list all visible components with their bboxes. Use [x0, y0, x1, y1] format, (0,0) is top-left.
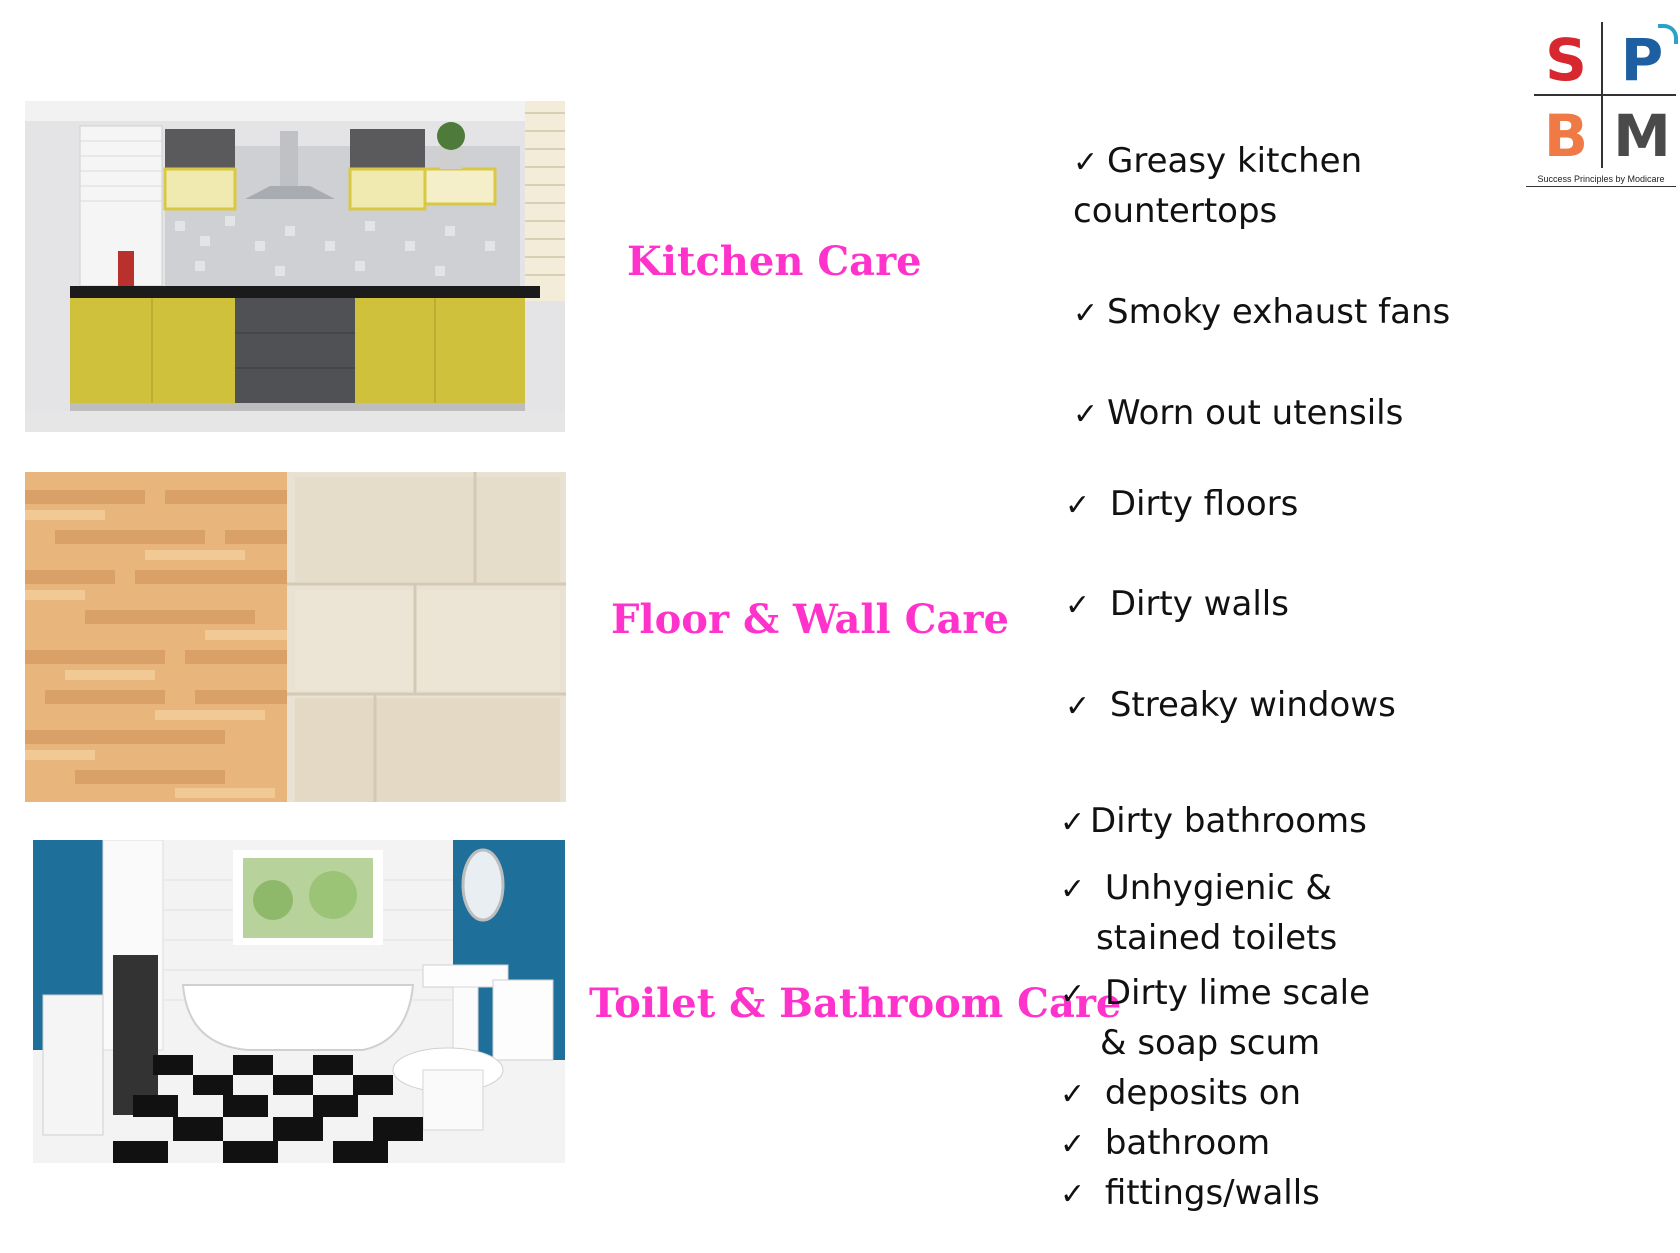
checklist-item: ✓ Dirty lime scale — [1060, 968, 1370, 1020]
check-icon: ✓ — [1073, 397, 1099, 432]
bathroom-photo — [33, 840, 565, 1163]
check-icon: ✓ — [1060, 805, 1086, 840]
checklist-item: ✓ Unhygienic & — [1060, 863, 1332, 915]
checklist-item: ✓ Streaky windows — [1065, 680, 1396, 732]
check-icon: ✓ — [1065, 689, 1091, 724]
logo-letter-s: S — [1545, 26, 1587, 94]
logo-letter-m: M — [1613, 102, 1671, 170]
check-icon: ✓ — [1060, 872, 1086, 907]
checklist-item: ✓ Greasy kitchen — [1073, 136, 1362, 188]
check-icon: ✓ — [1073, 145, 1099, 180]
check-icon: ✓ — [1060, 1127, 1086, 1162]
logo-divider-horizontal — [1534, 94, 1676, 96]
section-title-kitchen: Kitchen Care — [627, 238, 922, 285]
checklist-item: ✓ deposits on — [1060, 1068, 1301, 1120]
checklist-item: ✓ Dirty floors — [1065, 479, 1298, 531]
checklist-item-continued: & soap scum — [1100, 1023, 1321, 1063]
check-icon: ✓ — [1065, 488, 1091, 523]
check-icon: ✓ — [1060, 1177, 1086, 1212]
section-title-floor-wall: Floor & Wall Care — [611, 596, 1009, 643]
floor-wall-tiles-photo — [25, 472, 566, 802]
checklist-item-continued: stained toilets — [1096, 918, 1338, 958]
checklist-item: ✓ Worn out utensils — [1073, 388, 1403, 440]
logo-letter-b: B — [1543, 102, 1589, 170]
spbm-logo: S P B M Success Principles by Modicare — [1526, 22, 1678, 190]
section-title-bathroom: Toilet & Bathroom Care — [589, 980, 1122, 1027]
check-icon: ✓ — [1060, 977, 1086, 1012]
check-icon: ✓ — [1065, 588, 1091, 623]
logo-tagline: Success Principles by Modicare — [1526, 174, 1676, 187]
checklist-item: ✓ bathroom — [1060, 1118, 1270, 1170]
checklist-item-continued: countertops — [1073, 191, 1278, 231]
checklist-item: ✓ Dirty bathrooms — [1060, 796, 1367, 848]
kitchen-photo — [25, 101, 565, 432]
check-icon: ✓ — [1060, 1077, 1086, 1112]
logo-signal-icon — [1658, 24, 1678, 44]
check-icon: ✓ — [1073, 296, 1099, 331]
checklist-item: ✓ Smoky exhaust fans — [1073, 287, 1450, 339]
checklist-item: ✓ fittings/walls — [1060, 1168, 1320, 1220]
checklist-item: ✓ Dirty walls — [1065, 579, 1289, 631]
